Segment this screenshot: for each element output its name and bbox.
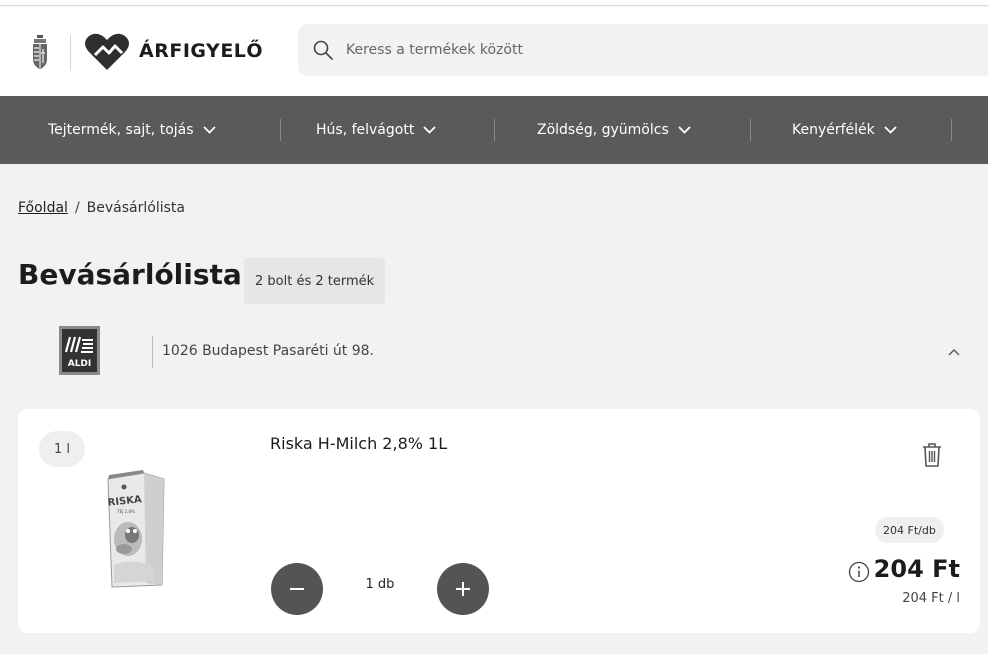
chevron-down-icon bbox=[423, 126, 436, 134]
total-price: 204 Ft bbox=[873, 555, 960, 583]
page-title: Bevásárlólista bbox=[18, 258, 242, 291]
info-icon[interactable] bbox=[848, 561, 870, 583]
nav-separator bbox=[750, 119, 751, 141]
breadcrumb-current: Bevásárlólista bbox=[86, 200, 185, 216]
nav-item-produce[interactable]: Zöldség, gyümölcs bbox=[537, 96, 691, 164]
store-address: 1026 Budapest Pasaréti út 98. bbox=[162, 343, 374, 359]
top-border bbox=[0, 0, 988, 6]
price-per-liter: 204 Ft / l bbox=[902, 591, 960, 606]
nav-item-label: Hús, felvágott bbox=[316, 122, 415, 138]
summary-badge: 2 bolt és 2 termék bbox=[244, 258, 386, 304]
quantity-value: 1 db bbox=[365, 577, 395, 592]
nav-item-dairy[interactable]: Tejtermék, sajt, tojás bbox=[48, 96, 216, 164]
brand-name[interactable]: ÁRFIGYELŐ bbox=[139, 40, 263, 62]
hungarian-coat-of-arms-icon bbox=[33, 35, 47, 69]
trash-icon[interactable] bbox=[921, 442, 943, 468]
product-image-subtitle: TEJ 2,8% bbox=[116, 509, 135, 514]
nav-item-bread[interactable]: Kenyérfélék bbox=[792, 96, 897, 164]
product-image: RISKA TEJ 2,8% bbox=[107, 470, 165, 588]
minus-icon bbox=[290, 588, 304, 590]
aldi-logo-text: ALDI bbox=[68, 359, 92, 369]
breadcrumb: Főoldal / Bevásárlólista bbox=[18, 200, 185, 216]
store-header[interactable]: ALDI 1026 Budapest Pasaréti út 98. bbox=[0, 316, 988, 388]
breadcrumb-separator: / bbox=[74, 200, 80, 216]
aldi-logo: ALDI bbox=[59, 326, 100, 375]
search-bar[interactable] bbox=[298, 24, 988, 76]
decrease-quantity-button[interactable] bbox=[271, 563, 323, 615]
nav-item-label: Tejtermék, sajt, tojás bbox=[48, 122, 194, 138]
nav-item-meat[interactable]: Hús, felvágott bbox=[316, 96, 436, 164]
unit-badge: 1 l bbox=[39, 431, 85, 467]
category-nav: Tejtermék, sajt, tojás Hús, felvágott Zö… bbox=[0, 96, 988, 164]
chevron-up-icon[interactable] bbox=[944, 344, 964, 360]
unit-price-badge: 204 Ft/db bbox=[875, 517, 944, 543]
breadcrumb-home-link[interactable]: Főoldal bbox=[18, 200, 68, 216]
header-divider bbox=[70, 35, 71, 71]
plus-icon bbox=[456, 582, 470, 596]
nav-separator bbox=[951, 119, 952, 141]
increase-quantity-button[interactable] bbox=[437, 563, 489, 615]
chevron-down-icon bbox=[884, 126, 897, 134]
site-header: ÁRFIGYELŐ bbox=[0, 7, 988, 96]
nav-separator bbox=[280, 119, 281, 141]
heart-logo-icon[interactable] bbox=[84, 32, 130, 72]
nav-separator bbox=[494, 119, 495, 141]
nav-item-label: Zöldség, gyümölcs bbox=[537, 122, 669, 138]
chevron-down-icon bbox=[202, 126, 216, 134]
search-input[interactable] bbox=[346, 24, 946, 76]
search-icon[interactable] bbox=[312, 39, 334, 61]
product-card: 1 l RISKA TEJ 2,8% Riska H-Milch 2,8% 1L… bbox=[18, 409, 980, 633]
product-name[interactable]: Riska H-Milch 2,8% 1L bbox=[270, 434, 447, 453]
chevron-down-icon bbox=[678, 126, 691, 134]
nav-item-label: Kenyérfélék bbox=[792, 122, 875, 138]
store-divider bbox=[152, 336, 153, 368]
